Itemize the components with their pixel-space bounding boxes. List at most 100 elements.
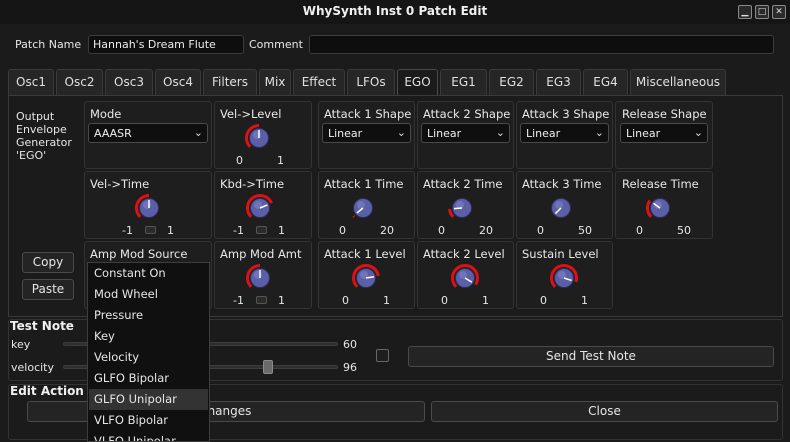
kbd-time-max: 1 [278,224,285,237]
vel-time-toggle[interactable] [145,226,156,234]
minimize-icon: ▁ [741,7,749,17]
vel-level-knob[interactable] [243,122,275,154]
attack3-shape-label: Attack 3 Shape [522,107,610,121]
minimize-button[interactable]: ▁ [738,5,752,19]
chevron-down-icon: ⌄ [193,126,203,139]
chevron-down-icon: ⌄ [594,126,604,139]
knob-graphic [646,198,670,218]
attack1-time-label: Attack 1 Time [324,177,404,191]
kbd-time-knob[interactable] [244,192,276,224]
amp-mod-source-dropdown: Constant On Mod Wheel Pressure Key Velocity G… [87,262,210,442]
tab-ego[interactable]: EGO [397,69,438,96]
kbd-time-toggle[interactable] [256,226,267,234]
knob-highlight [254,271,262,279]
tab-osc3[interactable]: Osc3 [105,69,153,95]
dropdown-item[interactable]: GLFO Unipolar [89,389,208,410]
dropdown-item[interactable]: Velocity [89,347,208,368]
dropdown-item[interactable]: Key [89,326,208,347]
patch-name-label: Patch Name [15,38,82,51]
attack2-shape-select[interactable]: Linear ⌄ [421,123,510,143]
attack2-level-knob[interactable] [449,262,481,294]
tab-eg2[interactable]: EG2 [489,69,534,95]
release-shape-value: Linear [626,127,661,140]
amp-mod-amt-max: 1 [278,294,285,307]
close-button[interactable]: Close [431,401,778,422]
attack2-time-label: Attack 2 Time [423,177,503,191]
attack3-time-knob[interactable] [545,192,577,224]
comment-field[interactable] [309,35,774,54]
close-icon: ✕ [775,7,783,17]
attack2-time-max: 20 [479,224,493,237]
amp-mod-amt-knob[interactable] [244,262,276,294]
key-value: 60 [343,338,357,351]
knob-graphic [246,194,273,218]
knob-graphic [245,124,269,148]
knob-graphic [451,264,479,288]
dropdown-item[interactable]: VLFO Unipolar [89,431,208,441]
tab-miscellaneous[interactable]: Miscellaneous [630,69,726,95]
knob-highlight [253,131,261,139]
sustain-level-min: 0 [540,294,547,307]
attack3-time-label: Attack 3 Time [522,177,602,191]
attack1-level-label: Attack 1 Level [324,247,406,261]
tab-osc2[interactable]: Osc2 [56,69,103,95]
dropdown-item[interactable]: Mod Wheel [89,284,208,305]
tab-effect[interactable]: Effect [293,69,345,95]
mode-label: Mode [90,107,122,121]
knob-graphic [352,198,373,218]
attack2-shape-label: Attack 2 Shape [423,107,511,121]
knob-graphic [448,198,472,218]
dropdown-item[interactable]: GLFO Bipolar [89,368,208,389]
dropdown-item[interactable]: VLFO Bipolar [89,410,208,431]
tab-mix[interactable]: Mix [259,69,291,95]
key-label: key [11,338,31,351]
velocity-label: velocity [11,361,54,374]
tab-eg3[interactable]: EG3 [536,69,581,95]
maximize-button[interactable]: □ [755,5,769,19]
paste-button[interactable]: Paste [22,279,74,300]
test-note-checkbox[interactable] [376,349,389,362]
attack2-level-label: Attack 2 Level [423,247,505,261]
dropdown-item[interactable]: Constant On [89,263,208,284]
attack1-shape-label: Attack 1 Shape [324,107,412,121]
attack3-time-max: 50 [578,224,592,237]
release-time-label: Release Time [622,177,699,191]
knob-highlight [143,201,151,209]
kbd-time-label: Kbd->Time [220,177,285,191]
amp-mod-amt-toggle[interactable] [256,296,267,304]
release-time-knob[interactable] [644,192,676,224]
knob-graphic [246,264,270,288]
attack1-shape-select[interactable]: Linear ⌄ [322,123,411,143]
patch-name-field[interactable]: Hannah's Dream Flute [88,35,244,54]
tab-filters[interactable]: Filters [203,69,257,95]
attack1-time-max: 20 [380,224,394,237]
dropdown-item[interactable]: Pressure [89,305,208,326]
chevron-down-icon: ⌄ [495,126,505,139]
attack1-level-knob[interactable] [350,262,382,294]
close-window-button[interactable]: ✕ [772,5,786,19]
vel-level-label: Vel->Level [220,107,282,121]
knob-arc [352,214,356,218]
attack3-shape-value: Linear [526,127,561,140]
tab-eg4[interactable]: EG4 [583,69,628,95]
vel-time-knob[interactable] [133,192,165,224]
attack2-time-knob[interactable] [446,192,478,224]
release-shape-label: Release Shape [622,107,707,121]
tab-osc4[interactable]: Osc4 [155,69,201,95]
attack3-shape-select[interactable]: Linear ⌄ [520,123,609,143]
attack1-time-knob[interactable] [347,192,379,224]
send-test-note-button[interactable]: Send Test Note [408,346,774,367]
mode-select[interactable]: AAASR ⌄ [88,123,208,143]
window-title: WhySynth Inst 0 Patch Edit [302,4,488,18]
copy-button[interactable]: Copy [22,252,74,273]
tab-lfos[interactable]: LFOs [347,69,395,95]
release-shape-select[interactable]: Linear ⌄ [620,123,708,143]
tab-eg1[interactable]: EG1 [440,69,487,95]
comment-label: Comment [249,38,303,51]
vel-level-max: 1 [277,154,284,167]
release-time-min: 0 [636,224,643,237]
sustain-level-knob[interactable] [548,262,580,294]
attack3-time-min: 0 [537,224,544,237]
tab-osc1[interactable]: Osc1 [8,69,54,95]
velocity-slider-thumb[interactable] [263,360,273,374]
